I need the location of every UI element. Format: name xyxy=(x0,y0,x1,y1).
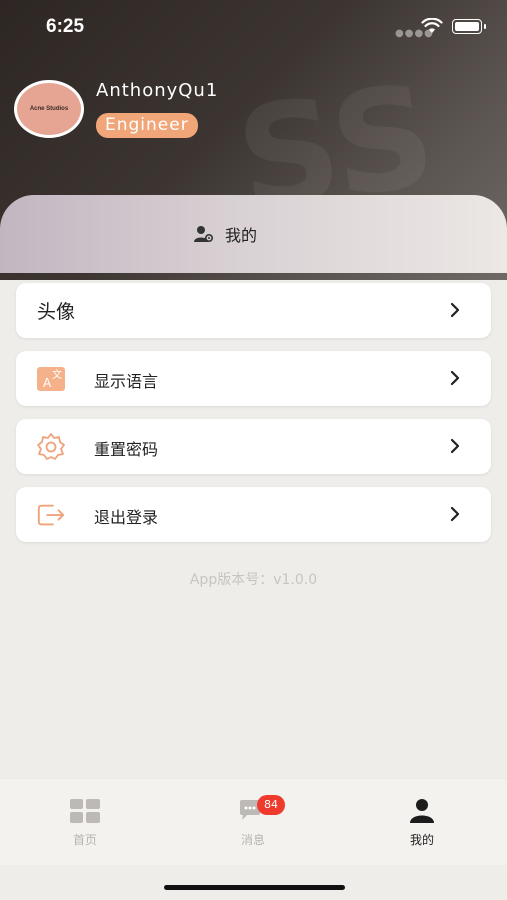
gear-icon xyxy=(36,432,66,462)
tab-label: 消息 xyxy=(240,833,265,847)
chevron-right-icon xyxy=(450,370,460,386)
logout-icon xyxy=(36,500,66,530)
menu-item-label: 重置密码 xyxy=(94,440,159,459)
menu-item-reset-password[interactable]: 重置密码 xyxy=(16,419,491,474)
battery-icon xyxy=(452,19,486,34)
translate-icon: A 文 xyxy=(36,364,66,394)
tab-label: 我的 xyxy=(409,833,434,847)
menu-item-language[interactable]: A 文 显示语言 xyxy=(16,351,491,406)
section-title: 我的 xyxy=(193,222,257,246)
grid-icon xyxy=(70,799,100,823)
status-bar: 6:25 ●●●● xyxy=(0,0,507,54)
chevron-right-icon xyxy=(450,506,460,522)
menu-item-logout[interactable]: 退出登录 xyxy=(16,487,491,542)
tab-home[interactable]: 首页 xyxy=(45,799,125,848)
tab-messages[interactable]: 84 消息 xyxy=(213,795,293,848)
wifi-icon xyxy=(421,18,443,33)
person-icon xyxy=(410,799,434,823)
role-badge: Engineer xyxy=(96,113,198,138)
username: AnthonyQu1 xyxy=(96,80,219,101)
tab-label: 首页 xyxy=(72,833,97,847)
avatar-logo-text: Acne Studios xyxy=(29,106,69,112)
app-version: App版本号：v1.0.0 xyxy=(189,572,318,588)
menu-item-label: 显示语言 xyxy=(94,372,159,391)
chevron-right-icon xyxy=(450,302,460,318)
menu-item-label: 退出登录 xyxy=(94,508,159,527)
svg-text:文: 文 xyxy=(52,368,62,381)
menu-item-label: 头像 xyxy=(37,301,76,323)
home-indicator xyxy=(164,885,345,890)
bottom-tab-bar: 首页 84 消息 我的 xyxy=(0,778,507,865)
tab-profile[interactable]: 我的 xyxy=(382,799,462,848)
status-time: 6:25 xyxy=(46,16,85,37)
avatar[interactable]: Acne Studios xyxy=(14,80,84,138)
chevron-right-icon xyxy=(450,438,460,454)
unread-badge: 84 xyxy=(257,795,285,815)
svg-text:A: A xyxy=(43,376,52,390)
section-title-label: 我的 xyxy=(225,226,258,245)
user-settings-icon xyxy=(194,226,214,243)
menu-item-avatar[interactable]: 头像 xyxy=(16,283,491,338)
